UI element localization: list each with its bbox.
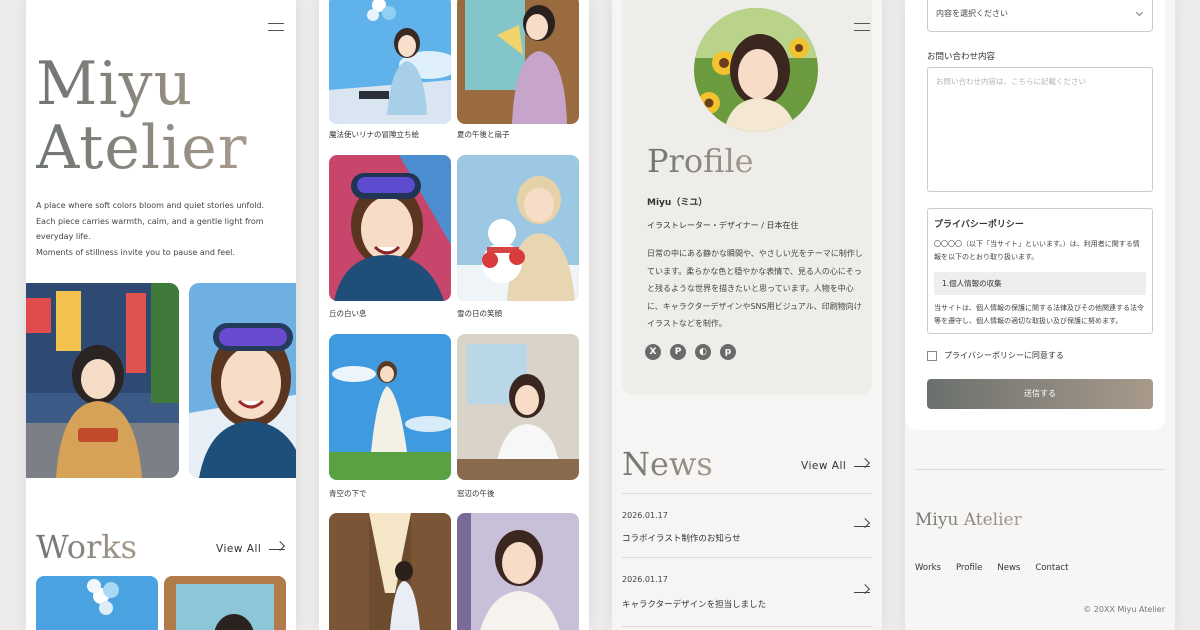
hamburger-menu-icon[interactable] bbox=[268, 22, 284, 32]
chevron-down-icon bbox=[1135, 8, 1144, 17]
arrow-right-icon bbox=[269, 548, 286, 550]
pixiv-icon[interactable]: p bbox=[720, 344, 736, 360]
gallery-item-summer-fan[interactable] bbox=[457, 0, 579, 124]
works-thumb-window[interactable] bbox=[164, 576, 286, 630]
footer-link-news[interactable]: News bbox=[997, 563, 1020, 573]
gallery-item-blue-sky[interactable] bbox=[329, 334, 451, 480]
social-links: X P ◐ p bbox=[645, 344, 736, 360]
profile-card: Profile Miyu（ミユ） イラストレーター・デザイナー / 日本在住 日… bbox=[622, 0, 872, 395]
inquiry-type-select[interactable]: 内容を選択ください bbox=[927, 0, 1153, 32]
hero-title: Miyu Atelier bbox=[36, 49, 248, 183]
message-label: お問い合わせ内容 bbox=[927, 52, 996, 62]
home-mobile-panel: Miyu Atelier A place where soft colors b… bbox=[26, 0, 296, 630]
news-section-title: News bbox=[622, 445, 713, 483]
gallery-item-library[interactable] bbox=[329, 513, 451, 630]
works-view-all-link[interactable]: View All bbox=[216, 543, 286, 555]
privacy-policy-box[interactable]: プライバシーポリシー 〇〇〇〇（以下「当サイト」といいます。）は、利用者に関する… bbox=[927, 208, 1153, 334]
news-item[interactable]: 2026.01.17 キャラクターデザインを担当しました bbox=[622, 557, 872, 627]
profile-news-panel: Profile Miyu（ミユ） イラストレーター・デザイナー / 日本在住 日… bbox=[612, 0, 882, 630]
profile-title: Profile bbox=[647, 142, 754, 180]
gallery-item-hill-breath[interactable] bbox=[329, 155, 451, 301]
arrow-right-icon bbox=[854, 465, 871, 467]
profile-role: イラストレーター・デザイナー / 日本在住 bbox=[647, 221, 799, 230]
policy-section-heading: 1.個人情報の収集 bbox=[934, 272, 1146, 295]
pinterest-icon[interactable]: P bbox=[670, 344, 686, 360]
policy-intro: 〇〇〇〇（以下「当サイト」といいます。）は、利用者に関する情報を以下のとおり取り… bbox=[934, 240, 1140, 261]
profile-avatar bbox=[694, 8, 818, 132]
works-gallery-panel: 魔法使いリナの冒険立ち絵 夏の午後と扇子 丘の白い息 雪の日の笑顔 青空の下で … bbox=[319, 0, 589, 630]
contact-footer-panel: 内容を選択ください お問い合わせ内容 お問い合わせ内容は、こちらに記載ください … bbox=[905, 0, 1175, 630]
privacy-agree-row[interactable]: プライバシーポリシーに同意する bbox=[927, 350, 1064, 361]
works-thumb-balloons[interactable] bbox=[36, 576, 158, 630]
gallery-item-snow-smile[interactable] bbox=[457, 155, 579, 301]
profile-bio: 日常の中にある静かな瞬間や、やさしい光をテーマに制作しています。柔らかな色と穏や… bbox=[647, 249, 863, 328]
gallery-item-bride[interactable] bbox=[457, 513, 579, 630]
footer-link-profile[interactable]: Profile bbox=[956, 563, 982, 573]
footer-nav: Works Profile News Contact bbox=[915, 563, 1068, 573]
policy-title: プライバシーポリシー bbox=[934, 220, 1024, 230]
arrow-right-icon bbox=[854, 526, 870, 527]
privacy-agree-checkbox[interactable] bbox=[927, 350, 937, 361]
gallery-caption: 夏の午後と扇子 bbox=[457, 130, 510, 139]
contact-form: 内容を選択ください お問い合わせ内容 お問い合わせ内容は、こちらに記載ください … bbox=[905, 0, 1165, 430]
submit-button[interactable]: 送信する bbox=[927, 379, 1153, 409]
gallery-caption: 青空の下で bbox=[329, 489, 367, 498]
x-icon[interactable]: X bbox=[645, 344, 661, 360]
dribbble-icon[interactable]: ◐ bbox=[695, 344, 711, 360]
policy-body: 当サイトは、個人情報の保護に関する法律及びその他関連する法令等を遵守し、個人情報… bbox=[934, 304, 1144, 325]
gallery-caption: 丘の白い息 bbox=[329, 309, 367, 318]
arrow-right-icon bbox=[854, 592, 870, 593]
gallery-item-witch-rina[interactable] bbox=[329, 0, 451, 124]
footer-link-works[interactable]: Works bbox=[915, 563, 941, 573]
gallery-caption: 窓辺の午後 bbox=[457, 489, 495, 498]
footer-logo[interactable]: Miyu Atelier bbox=[915, 510, 1022, 530]
gallery-caption: 魔法使いリナの冒険立ち絵 bbox=[329, 130, 419, 139]
news-item[interactable]: 2026.01.17 コラボイラスト制作のお知らせ bbox=[622, 493, 872, 557]
news-view-all-link[interactable]: View All bbox=[801, 460, 871, 472]
footer-divider bbox=[915, 469, 1165, 470]
copyright: © 20XX Miyu Atelier bbox=[1083, 605, 1165, 614]
profile-name: Miyu（ミユ） bbox=[647, 198, 708, 208]
gallery-caption: 雪の日の笑顔 bbox=[457, 309, 502, 318]
hero-illustration-city-hoodie[interactable] bbox=[26, 283, 179, 478]
message-textarea[interactable]: お問い合わせ内容は、こちらに記載ください bbox=[927, 67, 1153, 192]
gallery-item-window-afternoon[interactable] bbox=[457, 334, 579, 480]
hero-description: A place where soft colors bloom and quie… bbox=[36, 201, 265, 257]
footer-link-contact[interactable]: Contact bbox=[1035, 563, 1068, 573]
hero-illustration-snowboarder[interactable] bbox=[189, 283, 296, 478]
works-section-title: Works bbox=[36, 528, 138, 566]
hamburger-menu-icon[interactable] bbox=[854, 22, 870, 32]
